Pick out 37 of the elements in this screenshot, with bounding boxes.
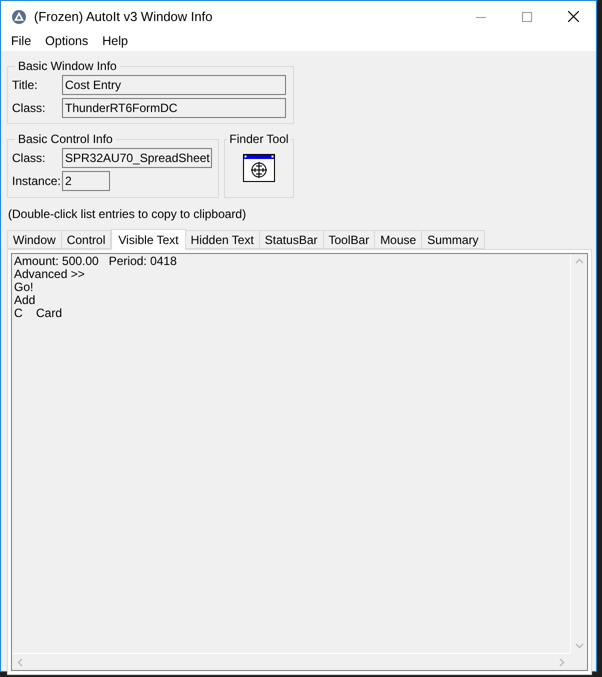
text-field[interactable]: ThunderRT6FormDC	[62, 98, 286, 118]
tab[interactable]: Hidden Text	[184, 230, 260, 249]
field-label: Class:	[12, 100, 46, 117]
tab[interactable]: Visible Text	[111, 229, 186, 250]
maximize-icon	[522, 12, 532, 22]
list-entry[interactable]: Go!	[14, 281, 570, 294]
hint-text: (Double-click list entries to copy to clipboard)	[8, 206, 248, 223]
text-field[interactable]: Cost Entry	[62, 75, 286, 95]
list-entry[interactable]: C Card	[14, 307, 570, 320]
tab[interactable]: Control	[60, 230, 112, 249]
menu-item[interactable]: Help	[95, 32, 135, 51]
window-title: (Frozen) AutoIt v3 Window Info	[34, 8, 212, 26]
tab[interactable]: ToolBar	[322, 230, 376, 249]
tab[interactable]: StatusBar	[258, 230, 324, 249]
menu-item[interactable]: Options	[38, 32, 96, 51]
scroll-right-icon[interactable]	[559, 658, 565, 666]
tab[interactable]: Mouse	[374, 230, 422, 249]
close-icon	[568, 11, 578, 22]
tab[interactable]: Window	[7, 230, 62, 249]
app-icon	[12, 10, 26, 24]
tab[interactable]: Summary	[421, 230, 485, 249]
group-label: Finder Tool	[228, 131, 290, 148]
menu-item[interactable]: File	[4, 32, 38, 51]
text-field[interactable]: 2	[62, 171, 110, 191]
group-label: Basic Control Info	[17, 131, 114, 148]
scroll-down-icon[interactable]	[574, 643, 584, 649]
field-label: Title:	[12, 77, 39, 94]
field-label: Class:	[12, 150, 46, 167]
list-entry[interactable]: Advanced >>	[14, 268, 570, 281]
field-label: Instance:	[12, 173, 62, 190]
crosshair-window-icon[interactable]	[243, 154, 275, 182]
scroll-left-icon[interactable]	[17, 658, 23, 666]
text-field[interactable]: SPR32AU70_SpreadSheet	[62, 148, 212, 168]
list-entry[interactable]: Amount: 500.00 Period: 0418	[14, 255, 570, 268]
scroll-up-icon[interactable]	[574, 258, 584, 264]
list-entry[interactable]: Add	[14, 294, 570, 307]
group-label: Basic Window Info	[17, 58, 118, 75]
